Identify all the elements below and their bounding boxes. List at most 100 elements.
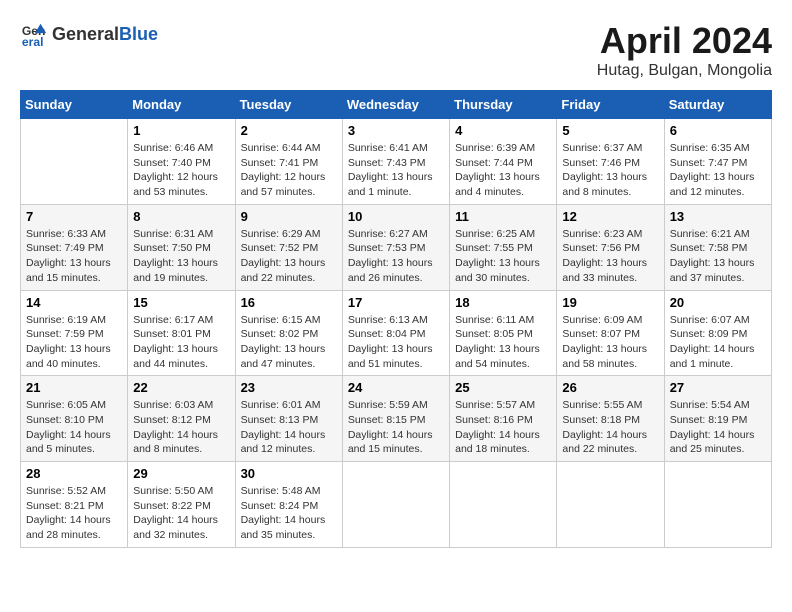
day-cell: 24 Sunrise: 5:59 AMSunset: 8:15 PMDayligh… xyxy=(342,376,449,462)
day-info: Sunrise: 5:52 AMSunset: 8:21 PMDaylight:… xyxy=(26,484,122,543)
week-row-3: 14 Sunrise: 6:19 AMSunset: 7:59 PMDayligh… xyxy=(21,290,772,376)
logo-icon: Gen eral xyxy=(20,20,48,48)
day-cell: 1 Sunrise: 6:46 AMSunset: 7:40 PMDaylight… xyxy=(128,119,235,205)
logo-blue: Blue xyxy=(119,24,158,44)
day-cell: 30 Sunrise: 5:48 AMSunset: 8:24 PMDayligh… xyxy=(235,462,342,548)
day-number: 14 xyxy=(26,295,122,310)
day-info: Sunrise: 6:44 AMSunset: 7:41 PMDaylight:… xyxy=(241,141,337,200)
logo-general: General xyxy=(52,24,119,44)
day-info: Sunrise: 6:25 AMSunset: 7:55 PMDaylight:… xyxy=(455,227,551,286)
day-number: 8 xyxy=(133,209,229,224)
day-info: Sunrise: 6:33 AMSunset: 7:49 PMDaylight:… xyxy=(26,227,122,286)
day-cell: 23 Sunrise: 6:01 AMSunset: 8:13 PMDayligh… xyxy=(235,376,342,462)
day-number: 4 xyxy=(455,123,551,138)
day-info: Sunrise: 6:23 AMSunset: 7:56 PMDaylight:… xyxy=(562,227,658,286)
day-cell xyxy=(342,462,449,548)
day-info: Sunrise: 6:37 AMSunset: 7:46 PMDaylight:… xyxy=(562,141,658,200)
weekday-header-monday: Monday xyxy=(128,91,235,119)
day-number: 10 xyxy=(348,209,444,224)
day-number: 7 xyxy=(26,209,122,224)
day-cell: 29Sunrise: 5:50 AMSunset: 8:22 PMDayligh… xyxy=(128,462,235,548)
day-cell xyxy=(664,462,771,548)
day-number: 17 xyxy=(348,295,444,310)
day-number: 5 xyxy=(562,123,658,138)
day-info: Sunrise: 6:13 AMSunset: 8:04 PMDaylight:… xyxy=(348,313,444,372)
location-title: Hutag, Bulgan, Mongolia xyxy=(597,62,772,80)
day-number: 30 xyxy=(241,466,337,481)
day-number: 2 xyxy=(241,123,337,138)
day-number: 13 xyxy=(670,209,766,224)
title-section: April 2024 Hutag, Bulgan, Mongolia xyxy=(597,20,772,80)
svg-text:eral: eral xyxy=(22,35,44,48)
day-cell: 25 Sunrise: 5:57 AMSunset: 8:16 PMDayligh… xyxy=(450,376,557,462)
day-info: Sunrise: 5:59 AMSunset: 8:15 PMDaylight:… xyxy=(348,398,444,457)
day-info: Sunrise: 6:09 AMSunset: 8:07 PMDaylight:… xyxy=(562,313,658,372)
day-cell: 22 Sunrise: 6:03 AMSunset: 8:12 PMDayligh… xyxy=(128,376,235,462)
day-cell: 14 Sunrise: 6:19 AMSunset: 7:59 PMDayligh… xyxy=(21,290,128,376)
day-number: 24 xyxy=(348,380,444,395)
day-cell: 18Sunrise: 6:11 AMSunset: 8:05 PMDayligh… xyxy=(450,290,557,376)
day-cell: 11 Sunrise: 6:25 AMSunset: 7:55 PMDayligh… xyxy=(450,204,557,290)
day-number: 11 xyxy=(455,209,551,224)
day-info: Sunrise: 6:15 AMSunset: 8:02 PMDaylight:… xyxy=(241,313,337,372)
week-row-4: 21Sunrise: 6:05 AMSunset: 8:10 PMDayligh… xyxy=(21,376,772,462)
calendar-table: SundayMondayTuesdayWednesdayThursdayFrid… xyxy=(20,90,772,548)
day-cell: 3 Sunrise: 6:41 AMSunset: 7:43 PMDaylight… xyxy=(342,119,449,205)
day-cell xyxy=(450,462,557,548)
weekday-header-saturday: Saturday xyxy=(664,91,771,119)
day-info: Sunrise: 6:01 AMSunset: 8:13 PMDaylight:… xyxy=(241,398,337,457)
day-number: 9 xyxy=(241,209,337,224)
day-info: Sunrise: 6:27 AMSunset: 7:53 PMDaylight:… xyxy=(348,227,444,286)
day-cell: 15 Sunrise: 6:17 AMSunset: 8:01 PMDayligh… xyxy=(128,290,235,376)
day-info: Sunrise: 6:35 AMSunset: 7:47 PMDaylight:… xyxy=(670,141,766,200)
day-number: 1 xyxy=(133,123,229,138)
week-row-5: 28 Sunrise: 5:52 AMSunset: 8:21 PMDayligh… xyxy=(21,462,772,548)
weekday-header-tuesday: Tuesday xyxy=(235,91,342,119)
day-cell: 10 Sunrise: 6:27 AMSunset: 7:53 PMDayligh… xyxy=(342,204,449,290)
weekday-header-row: SundayMondayTuesdayWednesdayThursdayFrid… xyxy=(21,91,772,119)
day-info: Sunrise: 6:17 AMSunset: 8:01 PMDaylight:… xyxy=(133,313,229,372)
day-number: 22 xyxy=(133,380,229,395)
day-cell xyxy=(21,119,128,205)
day-info: Sunrise: 5:50 AMSunset: 8:22 PMDaylight:… xyxy=(133,484,229,543)
day-cell: 8Sunrise: 6:31 AMSunset: 7:50 PMDaylight… xyxy=(128,204,235,290)
day-cell: 26Sunrise: 5:55 AMSunset: 8:18 PMDayligh… xyxy=(557,376,664,462)
day-cell: 7 Sunrise: 6:33 AMSunset: 7:49 PMDaylight… xyxy=(21,204,128,290)
day-info: Sunrise: 5:57 AMSunset: 8:16 PMDaylight:… xyxy=(455,398,551,457)
day-cell: 12Sunrise: 6:23 AMSunset: 7:56 PMDayligh… xyxy=(557,204,664,290)
day-info: Sunrise: 5:54 AMSunset: 8:19 PMDaylight:… xyxy=(670,398,766,457)
day-info: Sunrise: 6:03 AMSunset: 8:12 PMDaylight:… xyxy=(133,398,229,457)
day-cell: 6 Sunrise: 6:35 AMSunset: 7:47 PMDaylight… xyxy=(664,119,771,205)
day-number: 19 xyxy=(562,295,658,310)
day-info: Sunrise: 6:39 AMSunset: 7:44 PMDaylight:… xyxy=(455,141,551,200)
day-cell: 13Sunrise: 6:21 AMSunset: 7:58 PMDayligh… xyxy=(664,204,771,290)
day-info: Sunrise: 5:48 AMSunset: 8:24 PMDaylight:… xyxy=(241,484,337,543)
day-info: Sunrise: 6:29 AMSunset: 7:52 PMDaylight:… xyxy=(241,227,337,286)
week-row-1: 1 Sunrise: 6:46 AMSunset: 7:40 PMDaylight… xyxy=(21,119,772,205)
day-cell: 16Sunrise: 6:15 AMSunset: 8:02 PMDayligh… xyxy=(235,290,342,376)
day-number: 28 xyxy=(26,466,122,481)
day-cell: 5 Sunrise: 6:37 AMSunset: 7:46 PMDaylight… xyxy=(557,119,664,205)
day-number: 25 xyxy=(455,380,551,395)
day-number: 6 xyxy=(670,123,766,138)
day-cell: 27Sunrise: 5:54 AMSunset: 8:19 PMDayligh… xyxy=(664,376,771,462)
day-number: 3 xyxy=(348,123,444,138)
day-cell: 20 Sunrise: 6:07 AMSunset: 8:09 PMDayligh… xyxy=(664,290,771,376)
day-info: Sunrise: 6:07 AMSunset: 8:09 PMDaylight:… xyxy=(670,313,766,372)
logo: Gen eral GeneralBlue xyxy=(20,20,158,48)
day-info: Sunrise: 6:41 AMSunset: 7:43 PMDaylight:… xyxy=(348,141,444,200)
weekday-header-thursday: Thursday xyxy=(450,91,557,119)
day-info: Sunrise: 6:19 AMSunset: 7:59 PMDaylight:… xyxy=(26,313,122,372)
day-cell: 9 Sunrise: 6:29 AMSunset: 7:52 PMDaylight… xyxy=(235,204,342,290)
day-number: 15 xyxy=(133,295,229,310)
day-cell: 2 Sunrise: 6:44 AMSunset: 7:41 PMDaylight… xyxy=(235,119,342,205)
day-info: Sunrise: 6:11 AMSunset: 8:05 PMDaylight:… xyxy=(455,313,551,372)
day-info: Sunrise: 6:46 AMSunset: 7:40 PMDaylight:… xyxy=(133,141,229,200)
weekday-header-friday: Friday xyxy=(557,91,664,119)
weekday-header-sunday: Sunday xyxy=(21,91,128,119)
page-header: Gen eral GeneralBlue April 2024 Hutag, B… xyxy=(20,20,772,80)
day-number: 23 xyxy=(241,380,337,395)
day-info: Sunrise: 6:05 AMSunset: 8:10 PMDaylight:… xyxy=(26,398,122,457)
day-cell: 17 Sunrise: 6:13 AMSunset: 8:04 PMDayligh… xyxy=(342,290,449,376)
day-number: 20 xyxy=(670,295,766,310)
